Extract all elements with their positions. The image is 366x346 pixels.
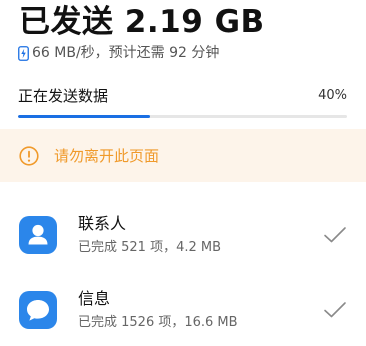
transfer-progress-fill <box>18 115 150 118</box>
list-item-title: 联系人 <box>78 214 127 233</box>
warning-banner: 请勿离开此页面 <box>0 129 366 182</box>
list-item-contacts: 联系人 已完成 521 项，4.2 MB <box>0 208 366 264</box>
checkmark-icon <box>324 227 346 243</box>
transfer-progress-bar <box>18 115 347 118</box>
contacts-icon <box>19 216 57 254</box>
list-item-subtitle: 已完成 1526 项，16.6 MB <box>78 315 238 330</box>
page-title: 已发送 2.19 GB <box>19 4 265 40</box>
transfer-page: 已发送 2.19 GB 66 MB/秒，预计还需 92 分钟 正在发送数据 40… <box>0 0 366 346</box>
transfer-status-label: 正在发送数据 <box>18 86 109 105</box>
list-item-subtitle: 已完成 521 项，4.2 MB <box>78 240 222 255</box>
speed-estimate-text: 66 MB/秒，预计还需 92 分钟 <box>32 45 220 61</box>
checkmark-icon <box>324 302 346 318</box>
warning-text: 请勿离开此页面 <box>54 147 160 165</box>
speed-row: 66 MB/秒，预计还需 92 分钟 <box>18 45 219 61</box>
list-item-title: 信息 <box>78 289 111 308</box>
exclamation-circle-icon <box>19 145 39 166</box>
messages-icon <box>19 291 57 329</box>
lightning-bolt-icon <box>18 45 29 61</box>
list-item-messages: 信息 已完成 1526 项，16.6 MB <box>0 283 366 339</box>
transfer-status-row: 正在发送数据 40% <box>18 86 347 105</box>
transfer-percent: 40% <box>318 87 347 103</box>
